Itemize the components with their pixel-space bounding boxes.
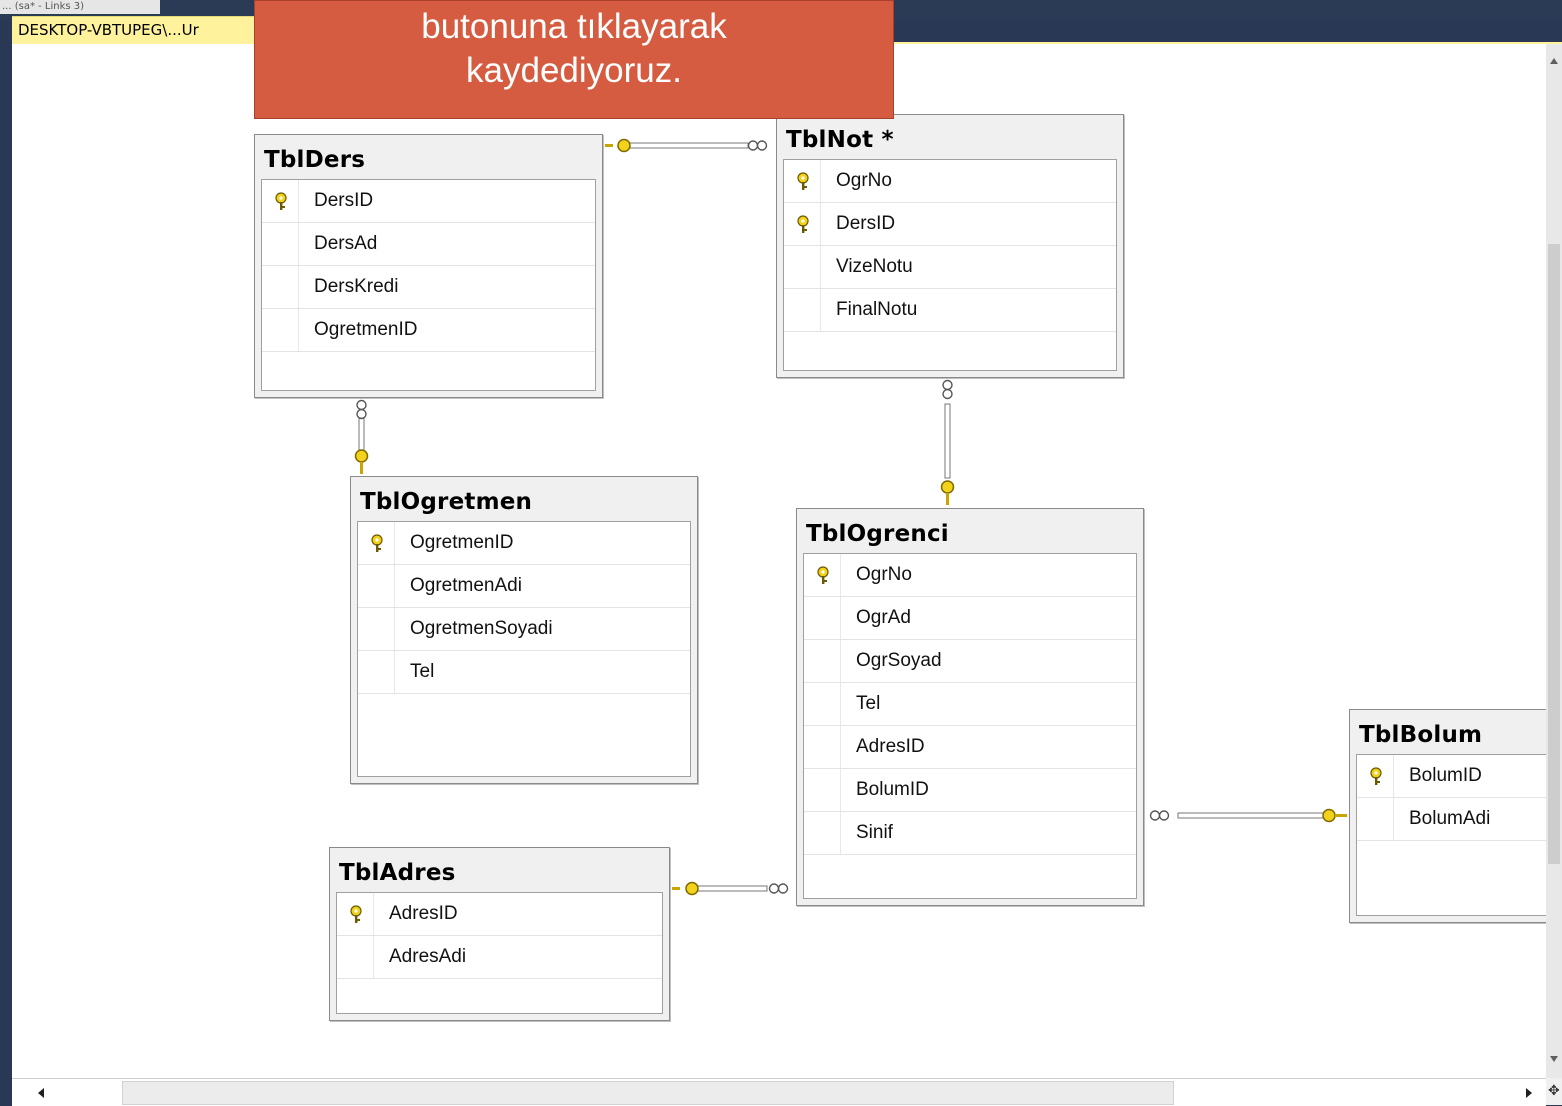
vertical-scroll-thumb[interactable]	[1548, 244, 1560, 864]
column-row[interactable]: BolumAdi	[1357, 798, 1546, 841]
column-list: DersID DersAd DersKredi OgretmenID	[261, 179, 596, 391]
table-tbladres[interactable]: TblAdres AdresID AdresAdi	[329, 847, 670, 1021]
column-row[interactable]: AdresID	[804, 726, 1136, 769]
move-icon[interactable]: ✥	[1548, 1084, 1560, 1098]
column-row[interactable]: DersAd	[262, 223, 595, 266]
column-list: AdresID AdresAdi	[336, 892, 663, 1014]
column-list: BolumID BolumAdi	[1356, 754, 1546, 916]
column-row[interactable]: DersID	[262, 180, 595, 223]
table-title: TblOgretmen	[360, 489, 533, 515]
previous-document-tab[interactable]: ... (sa* - Links 3)	[0, 0, 160, 14]
horizontal-scrollbar[interactable]	[12, 1078, 1546, 1106]
table-title: TblBolum	[1359, 722, 1483, 748]
instruction-callout: butonuna tıklayarak kaydediyoruz.	[254, 0, 894, 119]
vertical-scrollbar[interactable]	[1546, 44, 1562, 1078]
callout-line-1: butonuna tıklayarak	[421, 7, 727, 46]
horizontal-scroll-thumb[interactable]	[122, 1081, 1174, 1105]
table-title: TblDers	[264, 147, 366, 173]
key-icon	[275, 192, 287, 210]
column-row[interactable]: OgrNo	[804, 554, 1136, 597]
column-row[interactable]: BolumID	[804, 769, 1136, 812]
column-row[interactable]: VizeNotu	[784, 246, 1116, 289]
table-tblogretmen[interactable]: TblOgretmen OgretmenID OgretmenAdi Ogret…	[350, 476, 698, 784]
column-row[interactable]: DersID	[784, 203, 1116, 246]
scroll-up-icon[interactable]	[1550, 58, 1558, 64]
table-tblnot[interactable]: TblNot * OgrNo DersID VizeNotu FinalNotu	[776, 114, 1124, 378]
column-row[interactable]: OgrSoyad	[804, 640, 1136, 683]
column-row[interactable]: OgretmenID	[358, 522, 690, 565]
column-row[interactable]: OgretmenAdi	[358, 565, 690, 608]
table-title: TblNot *	[786, 127, 894, 153]
key-icon	[1370, 767, 1382, 785]
scroll-left-icon[interactable]	[38, 1088, 44, 1098]
column-row[interactable]: AdresID	[337, 893, 662, 936]
table-tblders[interactable]: TblDers DersID DersAd DersKredi Ogretmen…	[254, 134, 603, 398]
column-list: OgretmenID OgretmenAdi OgretmenSoyadi Te…	[357, 521, 691, 777]
key-icon	[350, 905, 362, 923]
column-row[interactable]: OgrNo	[784, 160, 1116, 203]
key-icon	[797, 172, 809, 190]
column-row[interactable]: OgrAd	[804, 597, 1136, 640]
table-tblogrenci[interactable]: TblOgrenci OgrNo OgrAd OgrSoyad Tel Adre…	[796, 508, 1144, 906]
column-row[interactable]: Tel	[358, 651, 690, 694]
column-list: OgrNo OgrAd OgrSoyad Tel AdresID BolumID…	[803, 553, 1137, 899]
column-row[interactable]: AdresAdi	[337, 936, 662, 979]
callout-line-2: kaydediyoruz.	[466, 51, 682, 90]
column-row[interactable]: Sinif	[804, 812, 1136, 855]
key-icon	[371, 534, 383, 552]
table-tblbolum[interactable]: TblBolum BolumID BolumAdi	[1349, 709, 1546, 923]
scroll-right-icon[interactable]	[1526, 1088, 1532, 1098]
column-row[interactable]: OgretmenID	[262, 309, 595, 352]
table-title: TblOgrenci	[806, 521, 949, 547]
column-row[interactable]: FinalNotu	[784, 289, 1116, 332]
key-icon	[797, 215, 809, 233]
key-icon	[817, 566, 829, 584]
column-row[interactable]: OgretmenSoyadi	[358, 608, 690, 651]
column-row[interactable]: Tel	[804, 683, 1136, 726]
table-title: TblAdres	[339, 860, 456, 886]
scroll-down-icon[interactable]	[1550, 1056, 1558, 1062]
column-row[interactable]: DersKredi	[262, 266, 595, 309]
column-row[interactable]: BolumID	[1357, 755, 1546, 798]
column-list: OgrNo DersID VizeNotu FinalNotu	[783, 159, 1117, 371]
active-document-tab[interactable]: DESKTOP-VBTUPEG\...Ur	[12, 16, 262, 42]
zoom-corner[interactable]: ✥	[1546, 1078, 1562, 1105]
